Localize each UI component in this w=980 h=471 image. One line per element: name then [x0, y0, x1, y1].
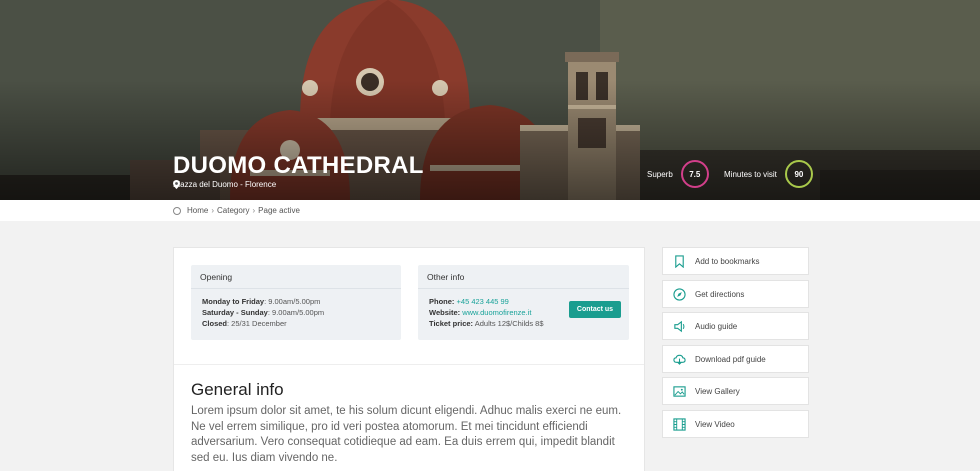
- cloud-download-icon: [672, 354, 686, 365]
- website-link[interactable]: www.duomofirenze.it: [462, 308, 531, 317]
- image-icon: [672, 385, 686, 397]
- general-info-title: General info: [191, 380, 284, 399]
- opening-row: Saturday - Sunday: 9.00am/5.00pm: [202, 308, 325, 317]
- contact-us-button[interactable]: Contact us: [569, 301, 621, 318]
- breadcrumb-separator: ›: [252, 206, 256, 215]
- speaker-icon: [673, 320, 684, 332]
- location-line: Piazza del Duomo - Florence: [173, 180, 276, 189]
- sidebar-item-label: Audio guide: [695, 321, 738, 331]
- visit-time-label: Minutes to visit: [724, 169, 777, 179]
- home-icon: [173, 206, 181, 215]
- opening-box: Opening Monday to Friday: 9.00am/5.00pm …: [191, 265, 401, 340]
- visit-time-badge: Minutes to visit 90: [724, 160, 813, 188]
- sidebar-item-label: Download pdf guide: [695, 354, 766, 364]
- compass-icon: [672, 287, 686, 301]
- phone-link[interactable]: +45 423 445 99: [457, 297, 509, 306]
- bookmark-icon: [674, 254, 684, 268]
- sidebar-item-label: View Gallery: [695, 386, 740, 396]
- general-info-text: Lorem ipsum dolor sit amet, te his solum…: [191, 405, 622, 464]
- breadcrumb: Home › Category › Page active: [173, 206, 300, 215]
- sidebar-item-bookmarks[interactable]: Add to bookmarks: [662, 247, 809, 275]
- opening-title: Opening: [191, 265, 401, 289]
- opening-hours: Monday to Friday: 9.00am/5.00pm Saturday…: [191, 289, 401, 336]
- breadcrumb-separator: ›: [211, 206, 215, 215]
- sidebar-item-label: Add to bookmarks: [695, 256, 760, 266]
- sidebar-item-label: View Video: [695, 419, 735, 429]
- rating-badge: Superb 7.5: [647, 160, 709, 188]
- page-title: DUOMO CATHEDRAL: [173, 152, 424, 179]
- sidebar-item-directions[interactable]: Get directions: [662, 280, 809, 308]
- hero-banner: DUOMO CATHEDRAL Piazza del Duomo - Flore…: [0, 0, 980, 200]
- opening-row: Monday to Friday: 9.00am/5.00pm: [202, 297, 321, 306]
- sidebar-item-audio-guide[interactable]: Audio guide: [662, 312, 809, 340]
- location-text: Piazza del Duomo - Florence: [173, 180, 277, 189]
- rating-circle: 7.5: [680, 160, 709, 188]
- other-info-title: Other info: [418, 265, 629, 289]
- detail-card: Opening Monday to Friday: 9.00am/5.00pm …: [173, 247, 645, 471]
- breadcrumb-category[interactable]: Category: [217, 206, 249, 215]
- sidebar-item-download-pdf[interactable]: Download pdf guide: [662, 345, 809, 373]
- breadcrumb-home[interactable]: Home: [187, 206, 208, 215]
- visit-time-circle: 90: [784, 160, 813, 188]
- sidebar-item-label: Get directions: [695, 289, 745, 299]
- breadcrumb-active: Page active: [258, 206, 300, 215]
- sidebar-item-gallery[interactable]: View Gallery: [662, 377, 809, 405]
- breadcrumb-bar: Home › Category › Page active: [0, 200, 980, 221]
- sidebar-item-video[interactable]: View Video: [662, 410, 809, 438]
- map-pin-icon: [173, 180, 180, 189]
- rating-label: Superb: [647, 169, 673, 179]
- film-icon: [672, 417, 686, 431]
- ticket-row: Ticket price: Adults 12$/Childs 8$: [429, 319, 544, 328]
- opening-row: Closed: 25/31 December: [202, 319, 287, 328]
- divider: [174, 364, 644, 365]
- other-info-box: Other info Phone: +45 423 445 99 Website…: [418, 265, 629, 340]
